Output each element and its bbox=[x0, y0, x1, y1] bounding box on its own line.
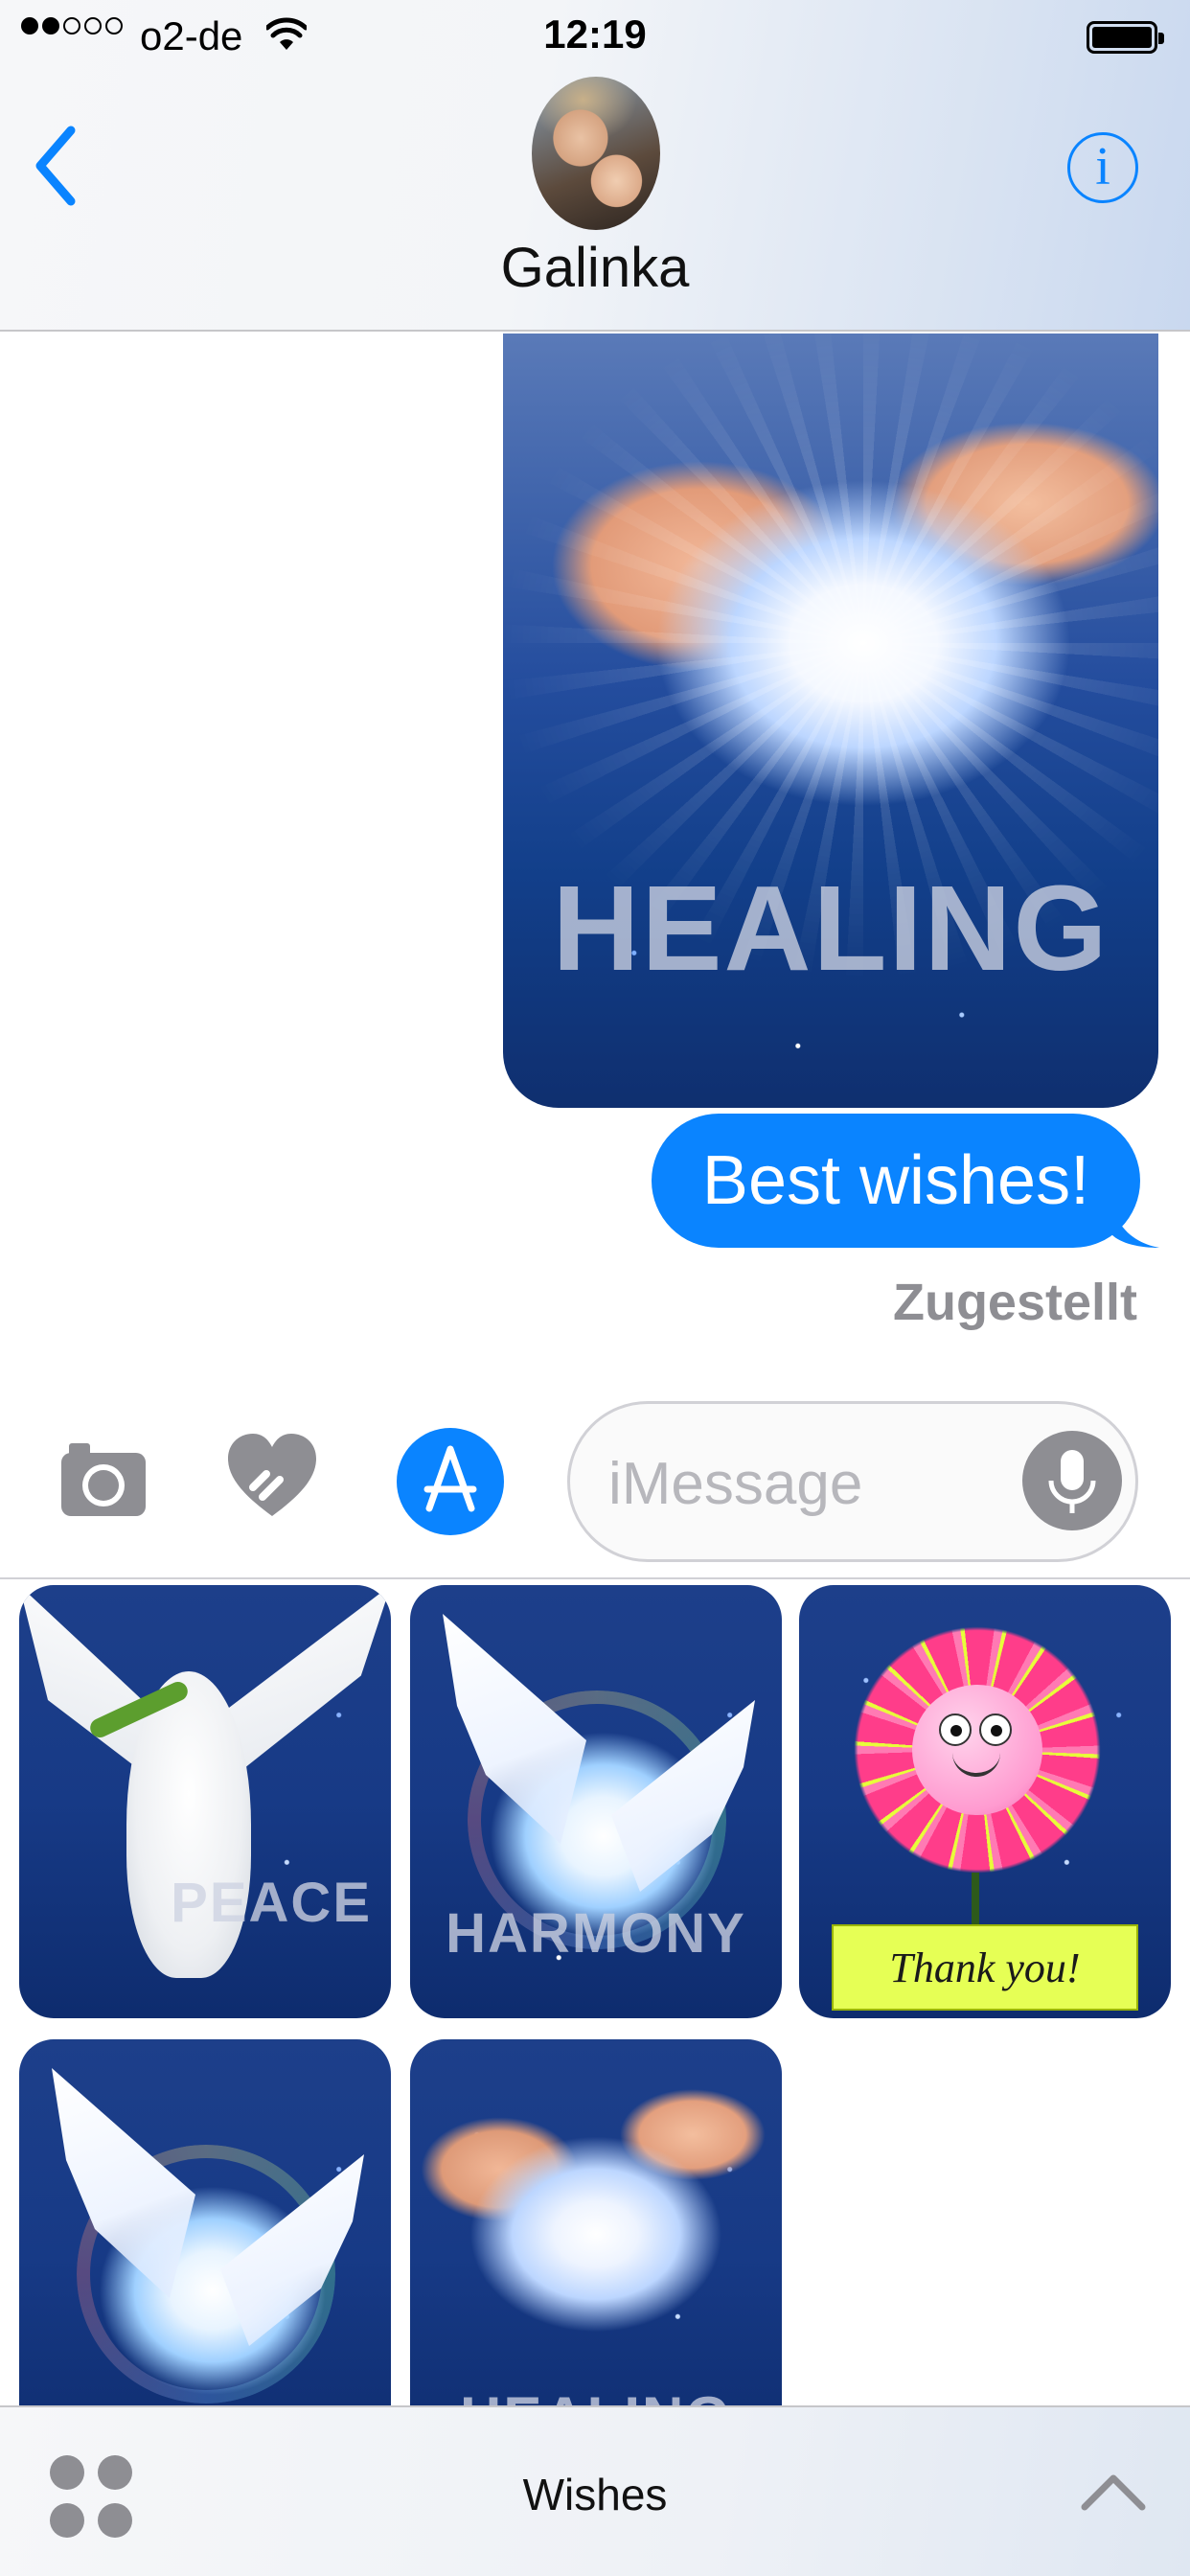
sticker-pack-title: Wishes bbox=[522, 2470, 668, 2519]
sticker-label: PEACE bbox=[171, 1872, 372, 1934]
sticker-label: Thank you! bbox=[832, 1924, 1138, 2011]
contact-avatar[interactable] bbox=[532, 77, 660, 230]
chevron-left-icon[interactable] bbox=[29, 123, 86, 209]
sent-message-bubble[interactable]: Best wishes! bbox=[652, 1114, 1140, 1248]
info-icon[interactable]: i bbox=[1067, 132, 1138, 203]
sticker-message-label: HEALING bbox=[552, 861, 1110, 996]
camera-icon[interactable] bbox=[57, 1432, 149, 1524]
sticker-thank-you[interactable]: Thank you! bbox=[799, 1585, 1171, 2018]
imessage-input[interactable]: iMessage bbox=[567, 1401, 1138, 1562]
sticker-message-healing[interactable]: HEALING bbox=[503, 334, 1158, 1108]
status-bar: o2-de 12:19 bbox=[0, 0, 1190, 77]
sticker-harmony[interactable]: HARMONY bbox=[410, 1585, 782, 2018]
battery-full-icon bbox=[1087, 21, 1164, 54]
microphone-icon[interactable] bbox=[1022, 1431, 1122, 1530]
app-drawer-bar: Wishes bbox=[0, 2405, 1190, 2576]
sticker-peace[interactable]: PEACE bbox=[19, 1585, 391, 2018]
imessage-placeholder: iMessage bbox=[608, 1451, 863, 1517]
app-store-icon[interactable] bbox=[397, 1428, 504, 1535]
contact-name[interactable]: Galinka bbox=[0, 236, 1190, 300]
conversation-header: o2-de 12:19 Galinka i bbox=[0, 0, 1190, 332]
status-time: 12:19 bbox=[543, 12, 647, 57]
heart-hand-icon[interactable] bbox=[224, 1428, 320, 1524]
bubble-tail bbox=[1111, 1206, 1159, 1248]
delivery-status: Zugestellt bbox=[892, 1274, 1137, 1331]
sticker-label: HARMONY bbox=[446, 1902, 746, 1965]
chevron-up-icon[interactable] bbox=[1079, 2471, 1148, 2513]
smiley-face bbox=[912, 1685, 1042, 1815]
